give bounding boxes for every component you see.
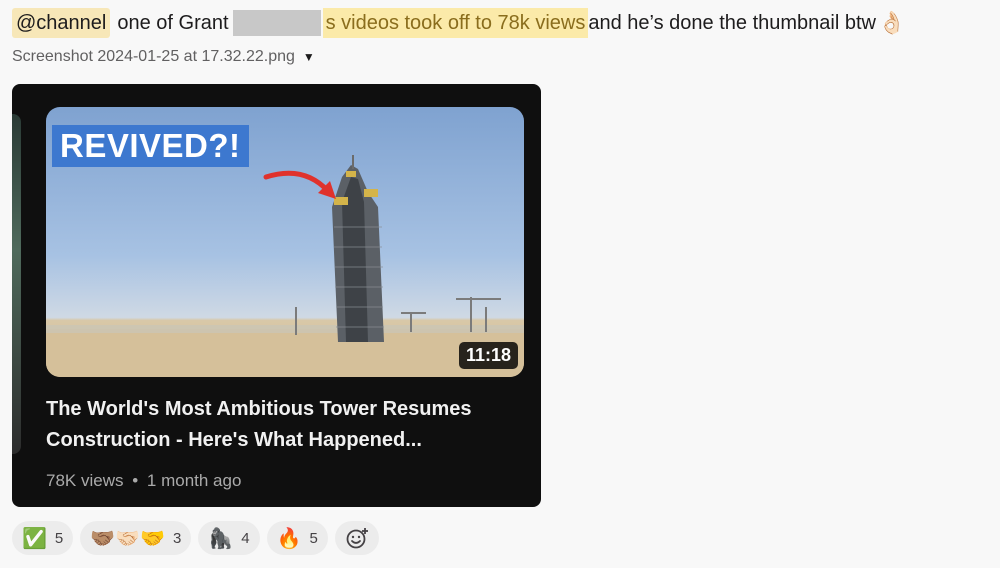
video-duration: 11:18 bbox=[458, 342, 518, 369]
file-name[interactable]: Screenshot 2024-01-25 at 17.32.22.png bbox=[12, 48, 295, 66]
meta-separator: • bbox=[132, 471, 139, 490]
redacted-text bbox=[232, 10, 321, 36]
message-text-before: one of Grant bbox=[117, 12, 229, 34]
video-meta: 78K views • 1 month ago bbox=[46, 471, 241, 491]
highlight-text: videos took off to 78k views bbox=[341, 12, 586, 34]
channel-mention[interactable]: @channel bbox=[12, 8, 111, 38]
add-emoji-icon bbox=[346, 528, 368, 549]
redacted-tail: s bbox=[325, 12, 336, 34]
add-reaction-button[interactable] bbox=[334, 521, 379, 555]
reaction-count: 5 bbox=[309, 529, 318, 547]
image-attachment[interactable]: REVIVED?! 11:18 The World's Most Ambitio… bbox=[12, 84, 541, 507]
adjacent-thumbnail-edge bbox=[12, 114, 21, 454]
upload-age: 1 month ago bbox=[146, 471, 242, 490]
reaction-count: 3 bbox=[172, 529, 182, 547]
message: @channel one of Grant s videos took off … bbox=[12, 8, 1000, 66]
message-text-after: and he’s done the thumbnail btw bbox=[588, 12, 876, 34]
ok-hand-icon: 👌🏻 bbox=[877, 10, 906, 35]
reaction-count: 4 bbox=[241, 529, 250, 547]
view-count: 78K views bbox=[46, 471, 124, 490]
reaction-handshakes[interactable]: 🤝🏽🤝🏻🤝 3 bbox=[80, 521, 192, 555]
video-thumbnail[interactable]: REVIVED?! 11:18 bbox=[46, 107, 524, 377]
video-title[interactable]: The World's Most Ambitious Tower Resumes… bbox=[46, 394, 516, 456]
reaction-gorilla[interactable]: 🦍 4 bbox=[198, 521, 260, 555]
handshake-icon: 🤝🏽🤝🏻🤝 bbox=[90, 527, 165, 550]
message-text: @channel one of Grant s videos took off … bbox=[12, 8, 1000, 38]
reactions-bar: ✅ 5 🤝🏽🤝🏻🤝 3 🦍 4 🔥 5 bbox=[12, 521, 379, 555]
highlighted-text: s videos took off to 78k views bbox=[322, 8, 589, 38]
chevron-down-icon[interactable]: ▼ bbox=[303, 50, 315, 64]
reaction-fire[interactable]: 🔥 5 bbox=[266, 521, 328, 555]
gorilla-icon: 🦍 bbox=[208, 527, 234, 550]
reaction-count: 5 bbox=[54, 529, 64, 547]
reaction-check-mark[interactable]: ✅ 5 bbox=[12, 521, 74, 555]
check-mark-icon: ✅ bbox=[22, 527, 47, 550]
file-attachment-header[interactable]: Screenshot 2024-01-25 at 17.32.22.png ▼ bbox=[12, 48, 1000, 66]
fire-icon: 🔥 bbox=[276, 527, 302, 550]
thumbnail-title-tag: REVIVED?! bbox=[52, 125, 249, 167]
